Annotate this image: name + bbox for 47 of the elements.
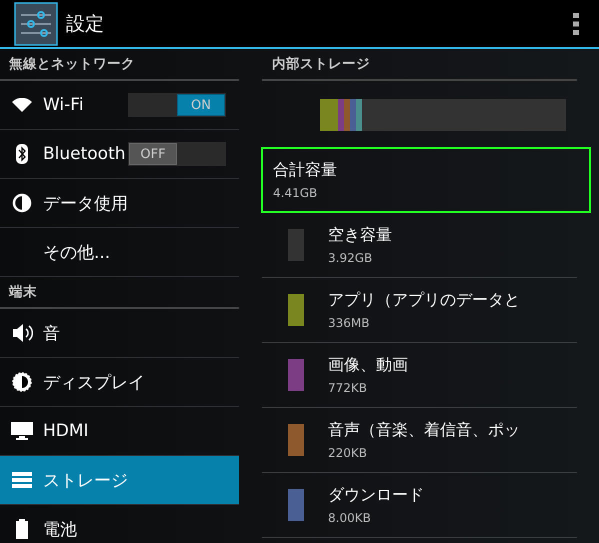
item-label: ストレージ: [43, 470, 128, 492]
overflow-menu-icon[interactable]: [573, 12, 579, 34]
item-label: HDMI: [43, 421, 89, 441]
storage-title: 音声（音楽、着信音、ポッ: [328, 420, 520, 441]
storage-value: 8.00KB: [328, 511, 372, 525]
storage-title: 画像、動画: [328, 355, 408, 376]
section-header: 端末: [0, 277, 239, 309]
item-label: 音: [43, 322, 60, 344]
total-value: 4.41GB: [273, 186, 318, 200]
storage-icon: [12, 472, 32, 488]
settings-item[interactable]: 電池: [0, 505, 239, 543]
storage-value: 3.92GB: [328, 251, 374, 265]
settings-item[interactable]: Bluetooth OFF: [0, 130, 239, 179]
brightness-icon: [12, 372, 32, 392]
wifi-icon: [12, 98, 32, 112]
monitor-icon: [10, 422, 32, 440]
total-row[interactable]: 合計容量 4.41GB: [261, 147, 591, 213]
settings-item[interactable]: Wi-Fi ON: [0, 81, 239, 130]
window-title: 設定: [66, 12, 105, 36]
settings-item[interactable]: 音: [0, 309, 239, 358]
storage-title: ダウンロード: [328, 485, 424, 506]
toggle-switch[interactable]: OFF: [128, 142, 226, 166]
item-label: Bluetooth: [43, 144, 126, 164]
bluetooth-icon: [16, 144, 28, 164]
settings-item[interactable]: ストレージ: [0, 456, 239, 505]
storage-title: 空き容量: [328, 225, 392, 246]
storage-title: アプリ（アプリのデータと: [328, 290, 520, 311]
section-header: 無線とネットワーク: [0, 49, 239, 81]
settings-item[interactable]: データ使用: [0, 179, 239, 228]
total-title: 合計容量: [273, 160, 338, 181]
item-label: データ使用: [43, 192, 128, 214]
switch-thumb: OFF: [129, 143, 177, 165]
storage-value: 772KB: [328, 381, 368, 395]
item-label: ディスプレイ: [43, 372, 145, 394]
item-label: その他...: [43, 242, 110, 264]
item-label: Wi-Fi: [43, 95, 84, 115]
settings-item[interactable]: その他...: [0, 228, 239, 277]
switch-thumb: ON: [177, 94, 225, 116]
section-header: 内部ストレージ: [262, 49, 577, 81]
battery-icon: [16, 519, 28, 539]
storage-value: 336MB: [328, 316, 370, 330]
settings-item[interactable]: ディスプレイ: [0, 358, 239, 407]
storage-value: 220KB: [328, 446, 368, 460]
pie-icon: [12, 193, 32, 213]
sliders-icon[interactable]: [14, 2, 58, 46]
item-label: 電池: [43, 518, 77, 540]
speaker-icon: [10, 323, 32, 343]
